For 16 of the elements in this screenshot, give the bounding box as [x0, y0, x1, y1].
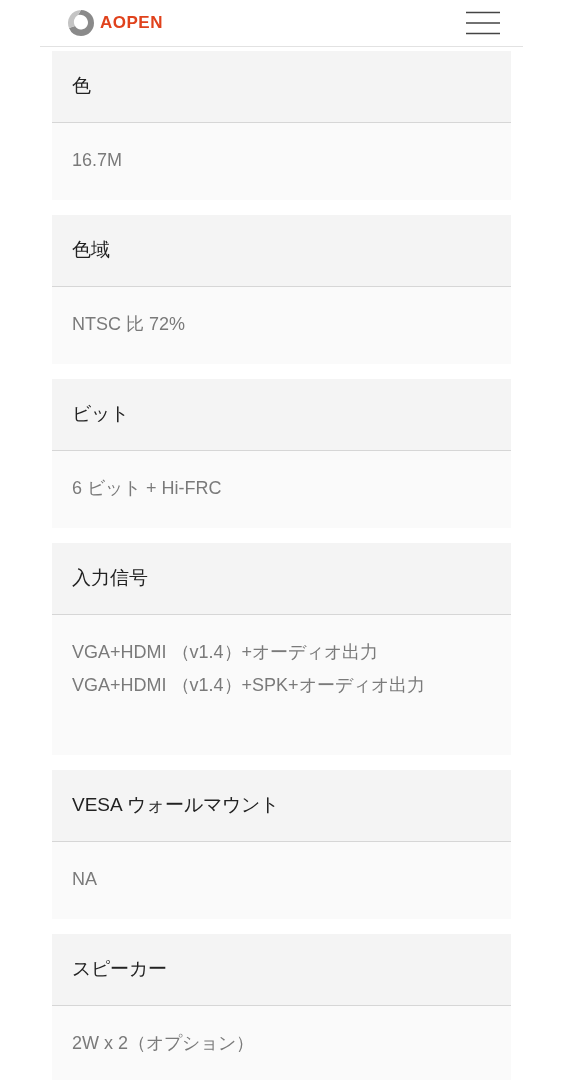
- spec-label: 色域: [72, 238, 110, 263]
- spec-value: VGA+HDMI （v1.4）+オーディオ出力: [72, 641, 380, 664]
- spec-value: NA: [72, 868, 98, 891]
- brand-name[interactable]: AOPEN: [100, 10, 163, 36]
- spec-value: NTSC 比 72%: [72, 313, 187, 336]
- spec-label: 入力信号: [72, 566, 148, 591]
- spec-value: VGA+HDMI （v1.4）+SPK+オーディオ出力: [72, 674, 426, 697]
- spec-value: 2W x 2（オプション）: [72, 1032, 255, 1055]
- spec-label: 色: [72, 74, 91, 99]
- spec-value: 16.7M: [72, 149, 124, 172]
- spec-label: スピーカー: [72, 957, 167, 982]
- menu-icon[interactable]: [466, 11, 500, 35]
- spec-value: 6 ビット + Hi-FRC: [72, 477, 223, 500]
- spec-label: ビット: [72, 402, 129, 427]
- logo-icon: [66, 8, 96, 38]
- spec-label: VESA ウォールマウント: [72, 793, 279, 818]
